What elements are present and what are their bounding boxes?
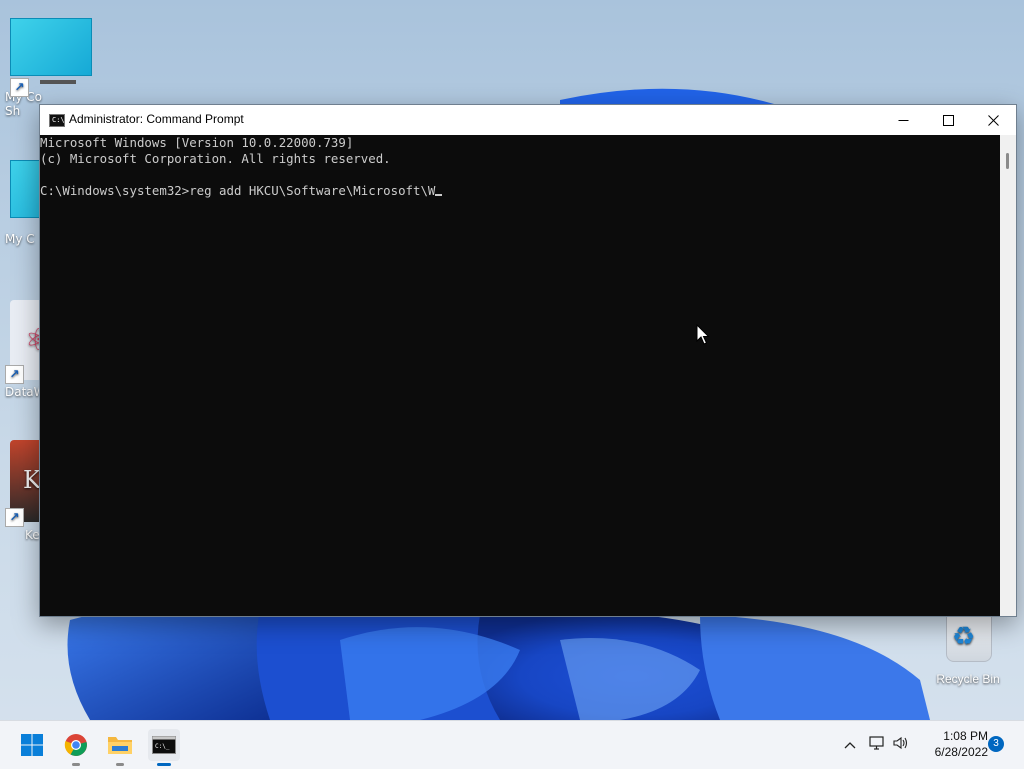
console-command: C:\Windows\system32>reg add HKCU\Softwar…: [40, 183, 436, 198]
volume-icon: [893, 736, 908, 750]
notification-badge[interactable]: 3: [988, 736, 1004, 752]
svg-text:C:\_: C:\_: [155, 743, 170, 750]
monitor-icon: ↗: [10, 18, 92, 97]
taskbar-chrome[interactable]: [60, 729, 92, 766]
clock-date: 6/28/2022: [934, 745, 988, 759]
clock-time: 1:08 PM: [943, 729, 988, 743]
recycle-bin-label: Recycle Bin: [936, 672, 1000, 686]
vertical-scrollbar[interactable]: [1000, 135, 1016, 616]
maximize-button[interactable]: [925, 105, 971, 135]
command-prompt-window[interactable]: C:\ Administrator: Command Prompt Micros…: [39, 104, 1017, 617]
console-line: Microsoft Windows [Version 10.0.22000.73…: [40, 135, 354, 150]
recycle-bin-icon: ♻: [938, 612, 998, 668]
shortcut-arrow-icon: ↗: [10, 78, 29, 97]
close-icon: [987, 114, 999, 126]
mouse-pointer-icon: [696, 324, 710, 345]
minimize-icon: [898, 119, 908, 121]
taskbar: C:\_ 1:08 PM 6/28/2022: [0, 720, 1024, 769]
desktop-icon-my-computer-shortcut[interactable]: ↗ My Co Sh: [5, 18, 95, 118]
console-line: (c) Microsoft Corporation. All rights re…: [40, 151, 391, 166]
running-indicator: [116, 763, 124, 766]
network-icon: [869, 736, 884, 750]
running-indicator: [72, 763, 80, 766]
start-button[interactable]: [16, 729, 48, 761]
volume-button[interactable]: [890, 735, 912, 755]
folder-icon: [108, 737, 132, 754]
text-cursor: [435, 194, 443, 196]
console-output[interactable]: Microsoft Windows [Version 10.0.22000.73…: [40, 135, 1000, 616]
show-hidden-icons-button[interactable]: [840, 738, 860, 753]
terminal-icon: C:\: [49, 114, 65, 127]
active-indicator: [157, 763, 171, 766]
maximize-icon: [942, 114, 954, 126]
chrome-icon: [64, 734, 87, 756]
console-prompt-line[interactable]: C:\Windows\system32>reg add HKCU\Softwar…: [40, 183, 1000, 199]
desktop-icon-recycle-bin[interactable]: ♻ Recycle Bin: [928, 612, 1008, 686]
window-title: Administrator: Command Prompt: [69, 112, 244, 126]
minimize-button[interactable]: [880, 105, 926, 135]
window-titlebar[interactable]: C:\ Administrator: Command Prompt: [40, 105, 1016, 135]
shortcut-arrow-icon: ↗: [5, 508, 24, 527]
shortcut-arrow-icon: ↗: [5, 365, 24, 384]
network-button[interactable]: [864, 735, 890, 755]
system-tray: [840, 721, 912, 769]
chevron-up-icon: [844, 741, 856, 748]
close-button[interactable]: [970, 105, 1016, 135]
taskbar-file-explorer[interactable]: [104, 729, 136, 766]
terminal-icon: C:\_: [152, 736, 176, 754]
clock-button[interactable]: 1:08 PM 6/28/2022: [918, 728, 988, 760]
taskbar-command-prompt[interactable]: C:\_: [148, 729, 180, 766]
scrollbar-thumb[interactable]: [1006, 153, 1009, 169]
windows-start-icon: [21, 734, 43, 756]
